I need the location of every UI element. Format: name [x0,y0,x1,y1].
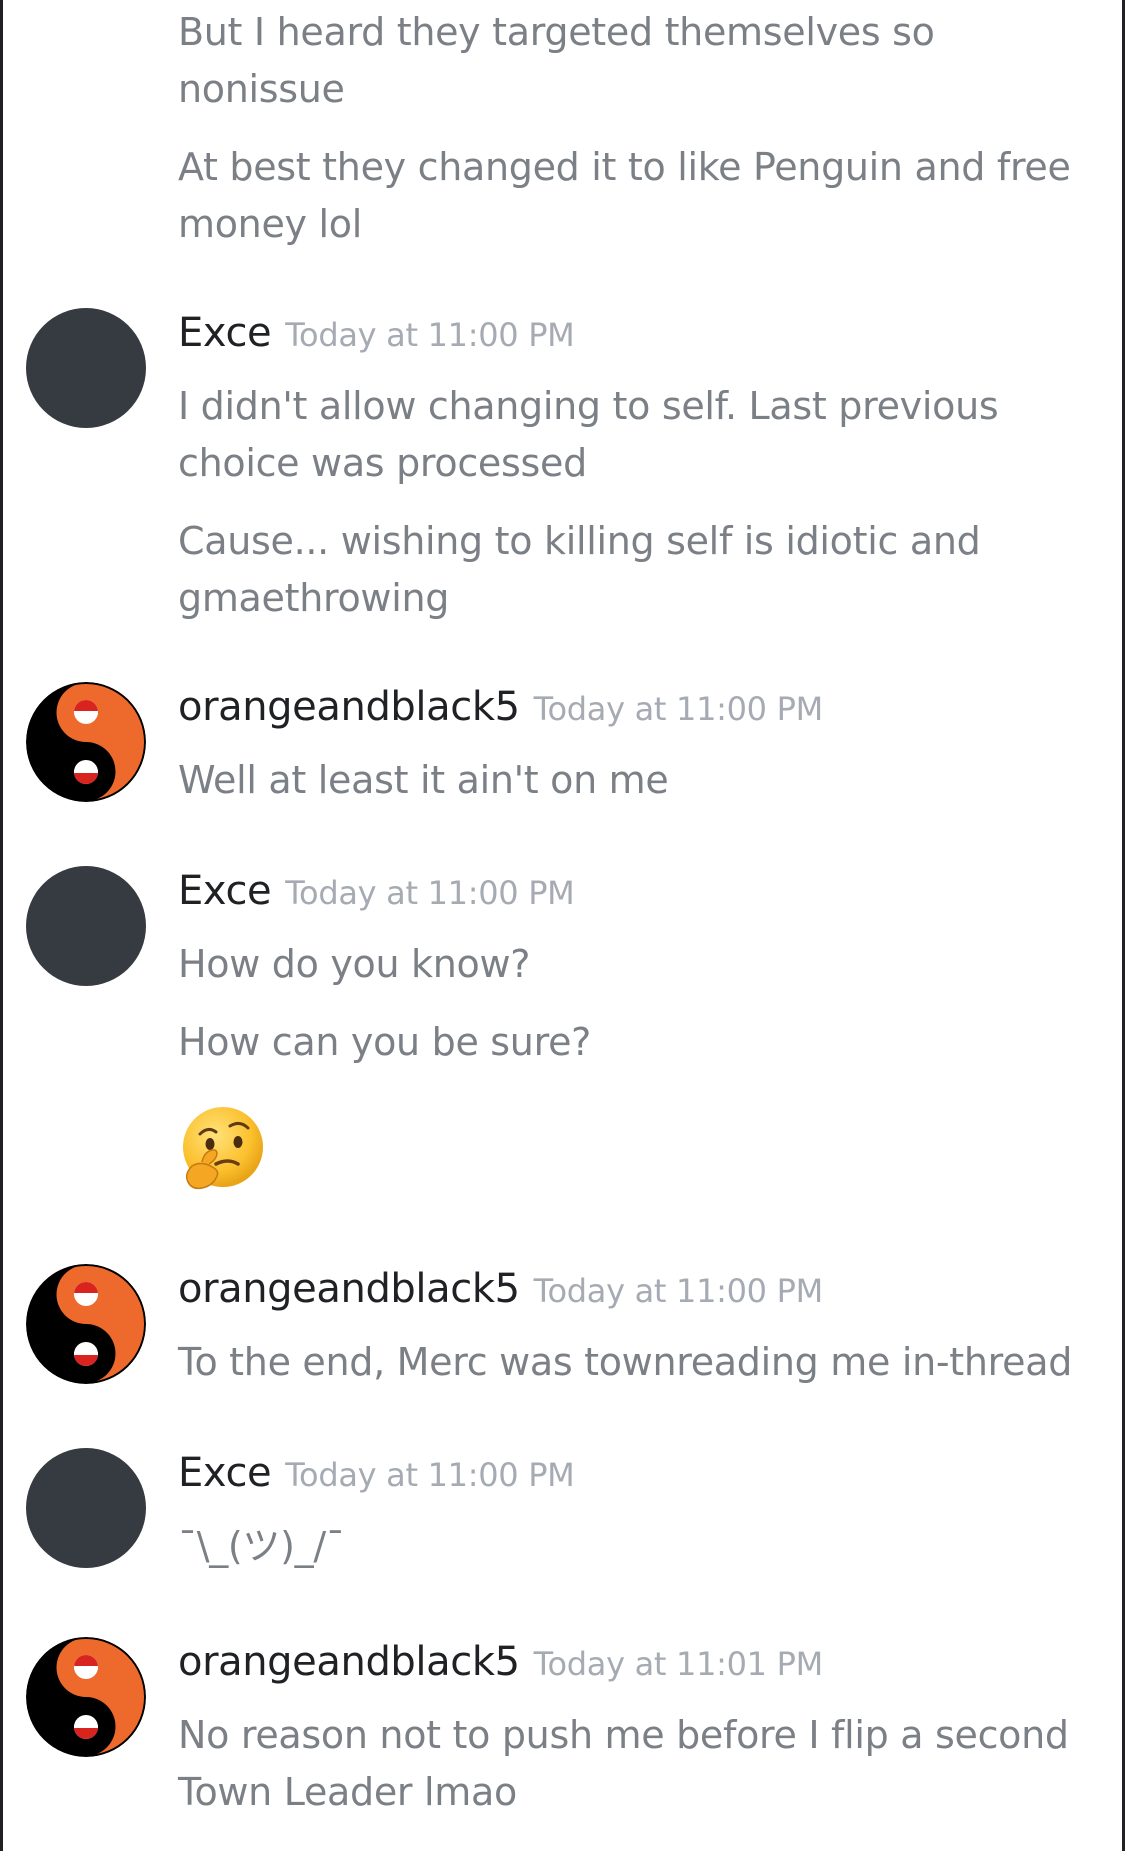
yin-yang-avatar[interactable] [26,682,146,802]
yin-yang-avatar[interactable] [26,1637,146,1757]
message-text: Well at least it ain't on me [178,758,669,802]
message-header: Exce Today at 11:00 PM [178,868,575,928]
message-text: How do you know? [178,942,531,986]
username[interactable]: orangeandblack5 [178,1266,520,1312]
timestamp: Today at 11:00 PM [285,316,575,354]
timestamp: Today at 11:00 PM [533,690,824,728]
window-border-left [0,0,3,1851]
message-header: orangeandblack5 Today at 11:01 PM [178,1639,823,1699]
message-text: Town Leader lmao [178,1770,517,1814]
message-header: orangeandblack5 Today at 11:00 PM [178,1266,823,1326]
yin-yang-avatar[interactable] [26,1264,146,1384]
message-text: Cause... wishing to killing self is idio… [178,519,981,563]
dark-circle-avatar[interactable] [26,308,146,428]
dark-circle-avatar[interactable] [26,1448,146,1568]
username[interactable]: orangeandblack5 [178,684,520,730]
message-header: Exce Today at 11:00 PM [178,1450,575,1510]
dark-circle-avatar[interactable] [26,866,146,986]
message-text: But I heard they targeted themselves so [178,10,935,54]
message-text: How can you be sure? [178,1020,592,1064]
message-header: Exce Today at 11:00 PM [178,310,575,370]
username[interactable]: Exce [178,1450,272,1496]
timestamp: Today at 11:01 PM [533,1645,824,1683]
message-text: gmaethrowing [178,576,450,620]
message-text: No reason not to push me before I flip a… [178,1713,1069,1757]
timestamp: Today at 11:00 PM [285,874,575,912]
message-text: I didn't allow changing to self. Last pr… [178,384,999,428]
username[interactable]: Exce [178,310,272,356]
yin-yang-icon [26,1264,146,1384]
yin-yang-icon [26,682,146,802]
username[interactable]: Exce [178,868,272,914]
message-text: money lol [178,202,362,246]
message-text: To the end, Merc was townreading me in-t… [178,1340,1073,1384]
message-text: nonissue [178,67,345,111]
message-header: orangeandblack5 Today at 11:00 PM [178,684,823,744]
timestamp: Today at 11:00 PM [285,1456,575,1494]
username[interactable]: orangeandblack5 [178,1639,520,1685]
yin-yang-icon [26,1637,146,1757]
message-text: ¯\_(ツ)_/¯ [178,1524,345,1568]
thinking-face-emoji [178,1104,268,1194]
message-text: At best they changed it to like Penguin … [178,145,1071,189]
timestamp: Today at 11:00 PM [533,1272,824,1310]
message-text: choice was processed [178,441,587,485]
